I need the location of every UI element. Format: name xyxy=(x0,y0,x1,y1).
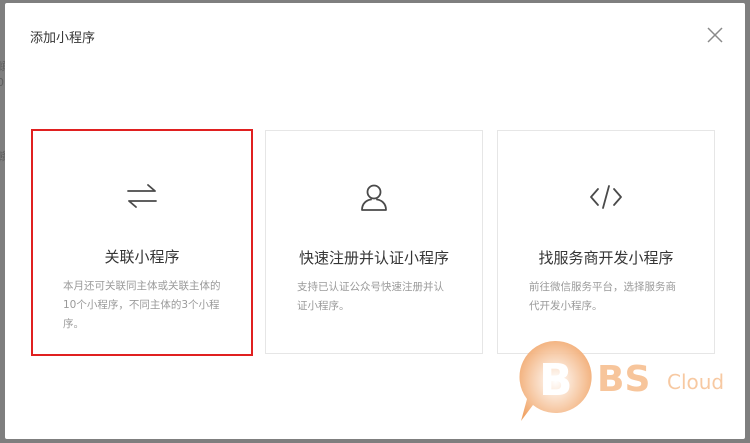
card-register-mini-program[interactable]: 快速注册并认证小程序 支持已认证公众号快速注册并认证小程序。 xyxy=(265,130,483,354)
card-description: 支持已认证公众号快速注册并认证小程序。 xyxy=(297,281,444,312)
close-button[interactable] xyxy=(705,25,725,45)
close-icon xyxy=(707,27,723,43)
watermark-word: Cloud xyxy=(667,370,724,394)
bbscloud-watermark-logo: B BS Cloud xyxy=(515,335,745,425)
card-service-provider[interactable]: 找服务商开发小程序 前往微信服务平台，选择服务商代开发小程序。 xyxy=(497,130,715,354)
card-title: 找服务商开发小程序 xyxy=(538,249,674,267)
background-text-fragment: 0 xyxy=(0,76,4,89)
card-description: 前往微信服务平台，选择服务商代开发小程序。 xyxy=(529,281,676,312)
watermark-letters: BS xyxy=(597,359,650,400)
card-description: 本月还可关联同主体或关联主体的10个小程序，不同主体的3个小程序。 xyxy=(63,280,221,330)
dialog-title: 添加小程序 xyxy=(30,31,96,46)
add-mini-program-dialog: 添加小程序 关联小程序 本月还可关联同主体或关联主体的10个小程序，不同主体的3… xyxy=(5,3,745,439)
card-title: 关联小程序 xyxy=(104,248,180,266)
card-link-mini-program[interactable]: 关联小程序 本月还可关联同主体或关联主体的10个小程序，不同主体的3个小程序。 xyxy=(31,129,253,356)
swap-arrows-icon xyxy=(124,180,160,212)
card-title: 快速注册并认证小程序 xyxy=(298,249,449,267)
user-icon xyxy=(356,181,392,213)
watermark-letter-b: B xyxy=(539,355,573,406)
code-icon xyxy=(588,181,624,213)
